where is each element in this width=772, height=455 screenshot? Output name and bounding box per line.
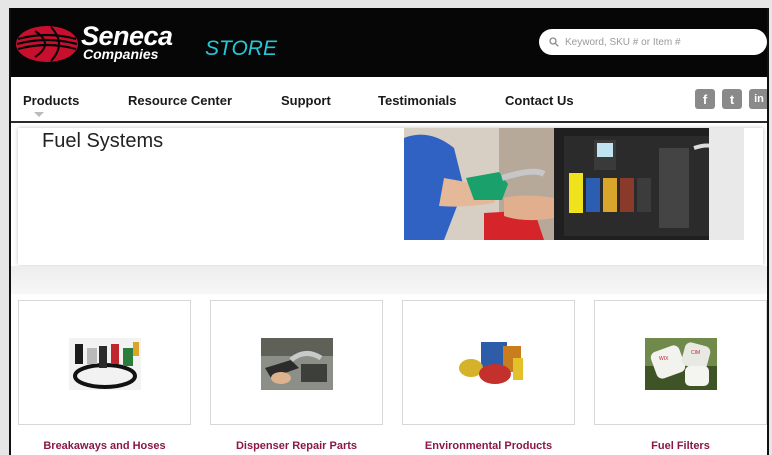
category-link-dispenser-parts[interactable]: Dispenser Repair Parts — [210, 440, 383, 452]
search-icon — [549, 37, 559, 47]
nav-item-testimonials[interactable]: Testimonials — [378, 93, 457, 108]
store-label[interactable]: STORE — [205, 38, 277, 59]
facebook-icon[interactable]: f — [695, 89, 715, 109]
section-divider — [11, 266, 767, 294]
category-card-breakaways[interactable] — [18, 300, 191, 425]
svg-text:CIM: CIM — [691, 350, 700, 356]
search-input[interactable] — [565, 36, 755, 48]
brand-subtitle[interactable]: Companies — [83, 47, 158, 61]
breakaways-hoses-image — [69, 338, 141, 390]
fuel-filters-image: WIX CIM — [645, 338, 717, 390]
fuel-pump-image — [404, 128, 744, 240]
page-title: Fuel Systems — [42, 130, 164, 152]
environmental-products-image — [453, 338, 525, 390]
page-frame: Seneca Companies STORE Products Resource… — [9, 8, 769, 455]
main-nav: Products Resource Center Support Testimo… — [11, 77, 767, 123]
nav-item-resource-center[interactable]: Resource Center — [128, 93, 232, 108]
linkedin-icon[interactable]: in — [749, 89, 767, 109]
category-card-dispenser-parts[interactable] — [210, 300, 383, 425]
nav-item-support[interactable]: Support — [281, 93, 331, 108]
category-link-breakaways[interactable]: Breakaways and Hoses — [18, 440, 191, 452]
category-card-fuel-filters[interactable]: WIX CIM — [594, 300, 767, 425]
category-card-environmental[interactable] — [402, 300, 575, 425]
category-link-fuel-filters[interactable]: Fuel Filters — [594, 440, 767, 452]
chevron-down-icon — [34, 112, 44, 117]
hero-banner: Fuel Systems — [18, 128, 763, 265]
twitter-icon[interactable]: t — [722, 89, 742, 109]
search-box[interactable] — [539, 29, 767, 55]
svg-text:WIX: WIX — [659, 356, 669, 362]
nav-item-products[interactable]: Products — [23, 93, 79, 108]
category-link-environmental[interactable]: Environmental Products — [402, 440, 575, 452]
nav-item-contact-us[interactable]: Contact Us — [505, 93, 574, 108]
seneca-logo-icon[interactable] — [15, 25, 79, 63]
dispenser-repair-image — [261, 338, 333, 390]
header-bar: Seneca Companies STORE — [11, 8, 767, 77]
